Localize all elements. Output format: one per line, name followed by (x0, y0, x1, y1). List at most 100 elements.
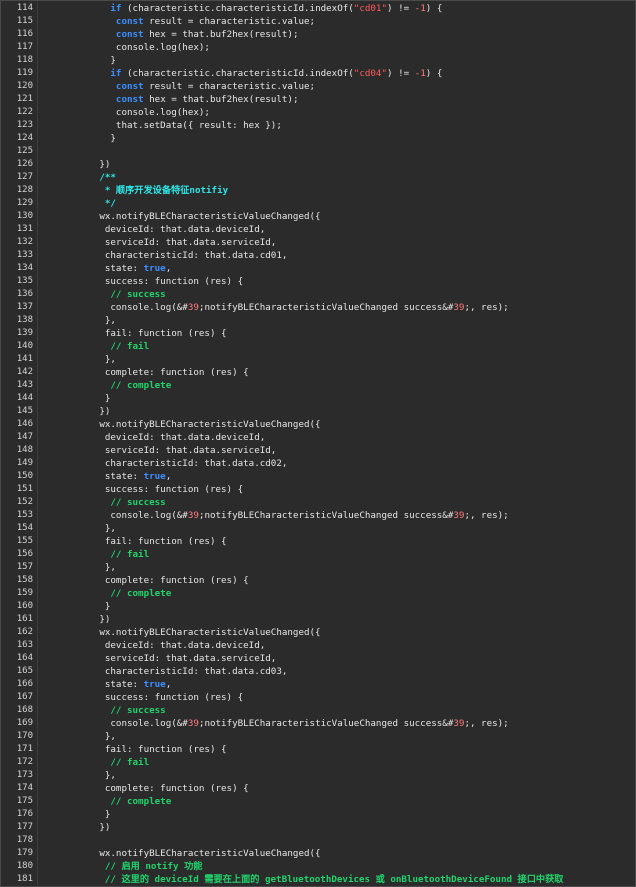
code-line[interactable]: 119 if (characteristic.characteristicId.… (1, 67, 635, 80)
code-line[interactable]: 149 characteristicId: that.data.cd02, (1, 457, 635, 470)
code-line[interactable]: 124 } (1, 132, 635, 145)
code-line[interactable]: 143 // complete (1, 379, 635, 392)
code-line[interactable]: 170 }, (1, 730, 635, 743)
code-line[interactable]: 123 that.setData({ result: hex }); (1, 119, 635, 132)
code-line[interactable]: 127 /** (1, 171, 635, 184)
line-number: 120 (16, 81, 33, 91)
code-line[interactable]: 176 } (1, 808, 635, 821)
code-line[interactable]: 141 }, (1, 353, 635, 366)
line-number: 151 (16, 484, 33, 494)
code-token: wx.notifyBLECharacteristicValueChanged({ (44, 627, 321, 638)
line-source: */ (44, 197, 116, 210)
code-line[interactable]: 118 } (1, 54, 635, 67)
code-line[interactable]: 164 serviceId: that.data.serviceId, (1, 652, 635, 665)
line-source: fail: function (res) { (44, 743, 227, 756)
code-line[interactable]: 161 }) (1, 613, 635, 626)
line-source: characteristicId: that.data.cd03, (44, 665, 288, 678)
code-line[interactable]: 150 state: true, (1, 470, 635, 483)
code-line[interactable]: 180 // 启用 notify 功能 (1, 860, 635, 873)
code-line[interactable]: 159 // complete (1, 587, 635, 600)
code-token: // fail (44, 549, 150, 560)
line-source: // 启用 notify 功能 (44, 860, 203, 873)
code-token: const (115, 81, 144, 92)
code-line[interactable]: 173 }, (1, 769, 635, 782)
line-source: } (44, 132, 116, 145)
code-line[interactable]: 168 // success (1, 704, 635, 717)
line-number: 176 (16, 809, 33, 819)
code-line[interactable]: 158 complete: function (res) { (1, 574, 635, 587)
line-number: 114 (16, 3, 33, 13)
code-token: console.log(&# (44, 302, 188, 313)
code-line[interactable]: 121 const hex = that.buf2hex(result); (1, 93, 635, 106)
code-line[interactable]: 138 }, (1, 314, 635, 327)
code-line[interactable]: 156 // fail (1, 548, 635, 561)
code-line[interactable]: 151 success: function (res) { (1, 483, 635, 496)
code-line[interactable]: 172 // fail (1, 756, 635, 769)
code-line[interactable]: 136 // success (1, 288, 635, 301)
line-number: 174 (16, 783, 33, 793)
code-line[interactable]: 134 state: true, (1, 262, 635, 275)
code-line[interactable]: 145 }) (1, 405, 635, 418)
code-token: ;notifyBLECharacteristicValueChanged suc… (198, 718, 454, 729)
code-line[interactable]: 120 const result = characteristic.value; (1, 80, 635, 93)
code-line[interactable]: 154 }, (1, 522, 635, 535)
line-source: /** (44, 171, 116, 184)
code-line[interactable]: 155 fail: function (res) { (1, 535, 635, 548)
code-token: const (115, 94, 144, 105)
code-line[interactable]: 132 serviceId: that.data.serviceId, (1, 236, 635, 249)
line-source: }) (44, 821, 110, 834)
code-line[interactable]: 122 console.log(hex); (1, 106, 635, 119)
line-source: } (44, 54, 116, 67)
line-source: deviceId: that.data.deviceId, (44, 639, 265, 652)
code-line[interactable]: 126 }) (1, 158, 635, 171)
code-line[interactable]: 135 success: function (res) { (1, 275, 635, 288)
code-line[interactable]: 139 fail: function (res) { (1, 327, 635, 340)
code-line[interactable]: 133 characteristicId: that.data.cd01, (1, 249, 635, 262)
line-source: that.setData({ result: hex }); (44, 119, 282, 132)
code-token: state: (44, 471, 144, 482)
code-line[interactable]: 115 const result = characteristic.value; (1, 15, 635, 28)
code-line[interactable]: 181 // 这里的 deviceId 需要在上面的 getBluetoothD… (1, 873, 635, 886)
code-line[interactable]: 140 // fail (1, 340, 635, 353)
line-source: console.log(hex); (44, 106, 210, 119)
code-token: }, (44, 523, 116, 534)
code-line[interactable]: 171 fail: function (res) { (1, 743, 635, 756)
code-line[interactable]: 117 console.log(hex); (1, 41, 635, 54)
code-line[interactable]: 147 deviceId: that.data.deviceId, (1, 431, 635, 444)
code-line[interactable]: 130 wx.notifyBLECharacteristicValueChang… (1, 210, 635, 223)
code-line[interactable]: 116 const hex = that.buf2hex(result); (1, 28, 635, 41)
code-line[interactable]: 157 }, (1, 561, 635, 574)
code-token: 39 (453, 718, 465, 729)
code-line[interactable]: 152 // success (1, 496, 635, 509)
code-area[interactable]: 114 if (characteristic.characteristicId.… (1, 2, 635, 886)
code-line[interactable]: 163 deviceId: that.data.deviceId, (1, 639, 635, 652)
code-line[interactable]: 153 console.log(&#39;notifyBLECharacteri… (1, 509, 635, 522)
code-line[interactable]: 114 if (characteristic.characteristicId.… (1, 2, 635, 15)
line-number: 180 (16, 861, 33, 871)
code-token: }, (44, 354, 116, 365)
code-token: 39 (453, 510, 465, 521)
code-line[interactable]: 174 complete: function (res) { (1, 782, 635, 795)
code-line[interactable]: 142 complete: function (res) { (1, 366, 635, 379)
code-token: // success (44, 705, 166, 716)
code-line[interactable]: 146 wx.notifyBLECharacteristicValueChang… (1, 418, 635, 431)
code-line[interactable]: 178 (1, 834, 635, 847)
code-line[interactable]: 167 success: function (res) { (1, 691, 635, 704)
code-line[interactable]: 177 }) (1, 821, 635, 834)
code-line[interactable]: 179 wx.notifyBLECharacteristicValueChang… (1, 847, 635, 860)
code-line[interactable]: 129 */ (1, 197, 635, 210)
code-line[interactable]: 162 wx.notifyBLECharacteristicValueChang… (1, 626, 635, 639)
code-line[interactable]: 137 console.log(&#39;notifyBLECharacteri… (1, 301, 635, 314)
code-line[interactable]: 144 } (1, 392, 635, 405)
code-line[interactable]: 148 serviceId: that.data.serviceId, (1, 444, 635, 457)
code-line[interactable]: 128 * 顺序开发设备特征notifiy (1, 184, 635, 197)
code-editor[interactable]: 114 if (characteristic.characteristicId.… (0, 0, 636, 887)
code-line[interactable]: 160 } (1, 600, 635, 613)
line-source: console.log(&#39;notifyBLECharacteristic… (44, 509, 508, 522)
code-line[interactable]: 131 deviceId: that.data.deviceId, (1, 223, 635, 236)
code-line[interactable]: 169 console.log(&#39;notifyBLECharacteri… (1, 717, 635, 730)
code-line[interactable]: 175 // complete (1, 795, 635, 808)
code-line[interactable]: 165 characteristicId: that.data.cd03, (1, 665, 635, 678)
code-line[interactable]: 125 (1, 145, 635, 158)
code-line[interactable]: 166 state: true, (1, 678, 635, 691)
